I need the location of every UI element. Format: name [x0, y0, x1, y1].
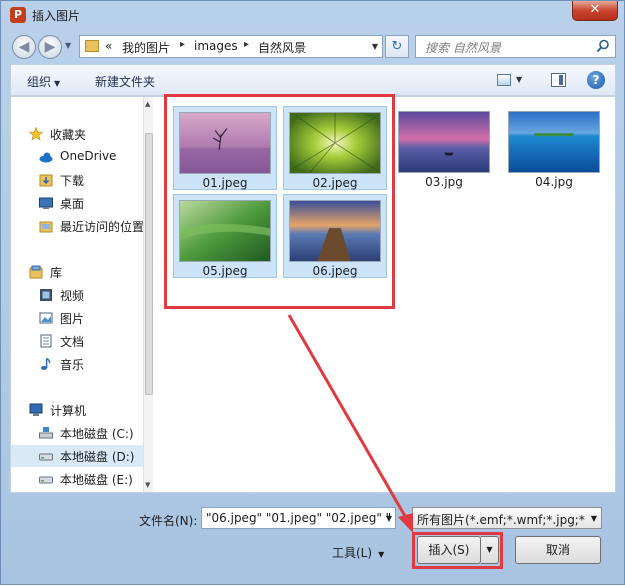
file-tile-03[interactable]: 03.jpg — [393, 106, 497, 190]
selection-highlight-box — [164, 94, 395, 309]
nav-label: 本地磁盘 (D:) — [60, 450, 135, 464]
nav-label: 图片 — [60, 312, 85, 326]
window-title: 插入图片 — [32, 9, 81, 23]
nav-label: 计算机 — [50, 404, 87, 418]
nav-documents[interactable]: 文档 — [11, 330, 151, 352]
organize-label: 组织 — [27, 75, 52, 89]
nav-drive-c[interactable]: 本地磁盘 (C:) — [11, 422, 151, 444]
pictures-icon — [39, 312, 53, 324]
chevron-down-icon[interactable]: ▼ — [386, 514, 392, 523]
breadcrumb-separator[interactable]: ▸ — [180, 39, 185, 50]
system-drive-icon — [39, 427, 53, 439]
address-dropdown-icon[interactable]: ▼ — [372, 42, 378, 51]
nav-downloads[interactable]: 下载 — [11, 169, 151, 191]
history-dropdown-icon[interactable]: ▼ — [65, 41, 71, 50]
cancel-button[interactable]: 取消 — [515, 536, 601, 564]
nav-label: 下载 — [60, 174, 85, 188]
drive-icon — [39, 453, 53, 461]
nav-favorites[interactable]: 收藏夹 — [11, 123, 151, 145]
star-icon — [29, 127, 43, 141]
close-button[interactable]: ✕ — [572, 1, 618, 21]
filename-label: 文件名(N): — [139, 514, 198, 528]
nav-label: 音乐 — [60, 358, 85, 372]
filetype-select[interactable]: 所有图片(*.emf;*.wmf;*.jpg;*.j ▼ — [412, 507, 602, 529]
breadcrumb-overflow[interactable]: « — [105, 39, 112, 53]
back-button[interactable]: ◀ — [12, 35, 36, 59]
thumbnail-ocean-island — [508, 111, 600, 173]
breadcrumb-nature[interactable]: 自然风景 — [258, 39, 306, 56]
title-bar: P 插入图片 ✕ — [1, 1, 624, 31]
tools-label: 工具(L) — [332, 546, 373, 560]
nav-label: 收藏夹 — [50, 128, 87, 142]
breadcrumb-images[interactable]: images — [194, 39, 238, 53]
help-icon[interactable]: ? — [587, 71, 605, 89]
nav-label: 最近访问的位置 — [60, 220, 145, 234]
nav-label: OneDrive — [60, 149, 117, 163]
breadcrumb-my-pictures[interactable]: 我的图片 — [122, 39, 170, 56]
desktop-icon — [39, 197, 53, 209]
scroll-up-icon[interactable]: ▲ — [145, 100, 150, 108]
nav-label: 库 — [50, 266, 63, 280]
new-folder-button[interactable]: 新建文件夹 — [95, 73, 155, 90]
organize-menu[interactable]: 组织 ▼ — [27, 73, 60, 90]
chevron-down-icon: ▼ — [378, 550, 385, 559]
nav-scrollbar[interactable]: ▲ ▼ — [143, 97, 153, 492]
address-bar[interactable]: « 我的图片 ▸ images ▸ 自然风景 ▼ — [79, 35, 383, 58]
thumbnail-sunset-boat — [398, 111, 490, 173]
drive-icon — [39, 476, 53, 484]
cloud-icon — [39, 152, 53, 163]
chevron-down-icon: ▼ — [590, 514, 597, 523]
computer-icon — [29, 403, 43, 416]
refresh-button[interactable]: ↻ — [385, 35, 409, 58]
folder-icon — [85, 40, 99, 52]
recent-places-icon — [39, 221, 53, 233]
change-view-icon[interactable] — [497, 74, 511, 86]
powerpoint-icon: P — [10, 7, 26, 23]
file-name: 04.jpg — [535, 175, 573, 189]
insert-highlight-box — [412, 532, 503, 569]
libraries-icon — [29, 265, 43, 279]
nav-onedrive[interactable]: OneDrive — [11, 146, 151, 168]
insert-picture-dialog: P 插入图片 ✕ ◀ ▶ ▼ « 我的图片 ▸ images ▸ 自然风景 ▼ … — [0, 0, 625, 585]
documents-icon — [40, 334, 52, 348]
nav-videos[interactable]: 视频 — [11, 284, 151, 306]
nav-recent-places[interactable]: 最近访问的位置 — [11, 215, 151, 237]
preview-pane-icon[interactable] — [551, 73, 566, 87]
nav-pictures[interactable]: 图片 — [11, 307, 151, 329]
nav-desktop[interactable]: 桌面 — [11, 192, 151, 214]
forward-button[interactable]: ▶ — [38, 35, 62, 59]
nav-label: 视频 — [60, 289, 85, 303]
search-icon[interactable] — [596, 39, 610, 53]
view-dropdown-icon[interactable]: ▼ — [516, 75, 522, 84]
file-name: 03.jpg — [425, 175, 463, 189]
search-input[interactable]: 搜索 自然风景 — [415, 35, 616, 58]
music-icon — [41, 357, 51, 370]
nav-music[interactable]: 音乐 — [11, 353, 151, 375]
filetype-value: 所有图片(*.emf;*.wmf;*.jpg;*.j — [417, 513, 585, 527]
nav-libraries[interactable]: 库 — [11, 261, 151, 283]
navigation-pane: 收藏夹 OneDrive 下载 桌面 最近访问的位置 库 视频 图片 文档 音乐… — [11, 97, 153, 492]
filename-value: "06.jpeg" "01.jpeg" "02.jpeg" " — [206, 511, 392, 525]
chevron-down-icon: ▼ — [54, 79, 61, 88]
nav-label: 桌面 — [60, 197, 85, 211]
address-row: ◀ ▶ ▼ « 我的图片 ▸ images ▸ 自然风景 ▼ ↻ 搜索 自然风景 — [1, 31, 624, 61]
nav-drive-e[interactable]: 本地磁盘 (E:) — [11, 468, 151, 490]
nav-label: 本地磁盘 (C:) — [60, 427, 134, 441]
tools-menu[interactable]: 工具(L) ▼ — [332, 544, 384, 561]
file-tile-04[interactable]: 04.jpg — [503, 106, 607, 190]
downloads-folder-icon — [39, 174, 53, 187]
nav-label: 文档 — [60, 335, 85, 349]
nav-drive-d[interactable]: 本地磁盘 (D:) — [11, 445, 151, 467]
nav-label: 本地磁盘 (E:) — [60, 473, 133, 487]
scrollbar-thumb[interactable] — [145, 133, 153, 395]
breadcrumb-separator[interactable]: ▸ — [244, 39, 249, 50]
command-bar: 组织 ▼ 新建文件夹 ▼ ? — [10, 64, 616, 96]
scroll-down-icon[interactable]: ▼ — [145, 481, 150, 489]
video-icon — [40, 289, 52, 301]
search-placeholder: 搜索 自然风景 — [425, 41, 501, 55]
nav-computer[interactable]: 计算机 — [11, 399, 151, 421]
filename-input[interactable]: "06.jpeg" "01.jpeg" "02.jpeg" " ▼ — [201, 507, 396, 529]
